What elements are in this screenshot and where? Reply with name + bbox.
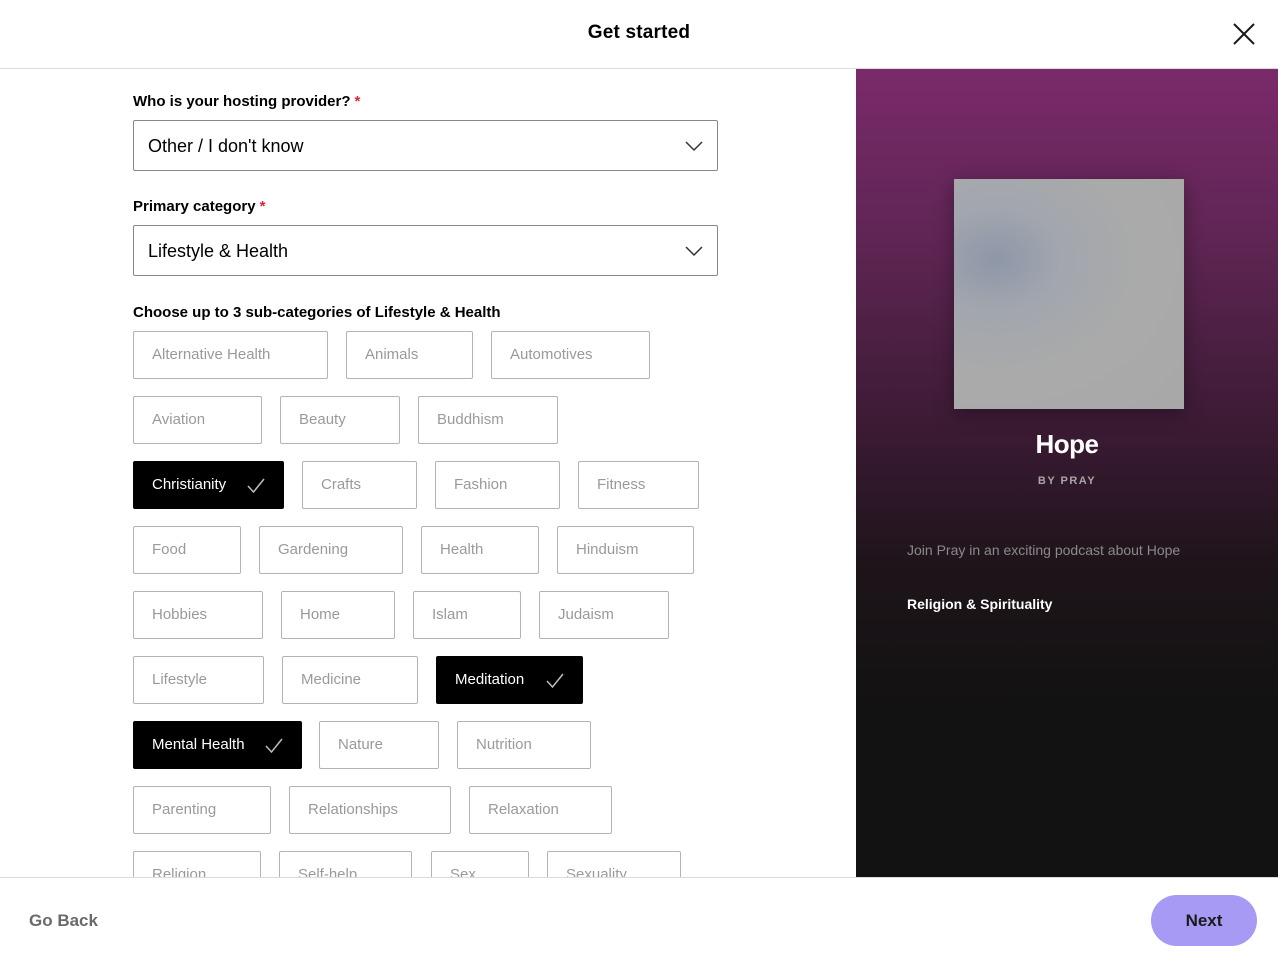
- subcategory-chip-label: Mental Health: [152, 736, 245, 753]
- subcategory-chip-medicine[interactable]: Medicine: [282, 656, 418, 704]
- subcategory-chip-label: Aviation: [152, 411, 206, 428]
- subcategory-chip-label: Sex: [450, 866, 476, 877]
- subcategory-chip-islam[interactable]: Islam: [413, 591, 521, 639]
- podcast-preview-panel: Hope BY PRAY Join Pray in an exciting po…: [856, 69, 1278, 877]
- required-marker: *: [354, 93, 361, 110]
- subcategory-chip-label: Relationships: [308, 801, 399, 818]
- modal-header: Get started: [0, 0, 1278, 69]
- subcategory-chip-relaxation[interactable]: Relaxation: [469, 786, 612, 834]
- form-panel: Who is your hosting provider? * Other / I…: [0, 69, 856, 877]
- subcategory-chip-sex[interactable]: Sex: [431, 851, 529, 877]
- subcategory-chip-label: Hobbies: [152, 606, 208, 623]
- subcategory-chip-nutrition[interactable]: Nutrition: [457, 721, 591, 769]
- subcategory-chip-alternative-health[interactable]: Alternative Health: [133, 331, 328, 379]
- subcategory-chip-christianity[interactable]: Christianity: [133, 461, 284, 509]
- check-icon: [546, 673, 564, 689]
- subcategory-chip-meditation[interactable]: Meditation: [436, 656, 583, 704]
- subcategory-chip-mental-health[interactable]: Mental Health: [133, 721, 302, 769]
- subcategory-chip-label: Home: [300, 606, 341, 623]
- subcategory-chip-lifestyle[interactable]: Lifestyle: [133, 656, 264, 704]
- subcategory-chip-label: Nutrition: [476, 736, 532, 753]
- subcategory-chip-automotives[interactable]: Automotives: [491, 331, 650, 379]
- subcategory-chip-label: Gardening: [278, 541, 349, 558]
- subcategory-chip-nature[interactable]: Nature: [319, 721, 439, 769]
- hosting-provider-label: Who is your hosting provider? *: [133, 93, 361, 110]
- subcategory-chip-aviation[interactable]: Aviation: [133, 396, 262, 444]
- subcategory-chip-fashion[interactable]: Fashion: [435, 461, 560, 509]
- subcategory-chip-label: Religion: [152, 866, 207, 877]
- subcategory-chip-label: Lifestyle: [152, 671, 208, 688]
- close-icon: [1233, 23, 1255, 45]
- chevron-down-icon: [685, 141, 703, 152]
- subcategory-chip-gardening[interactable]: Gardening: [259, 526, 403, 574]
- page-title: Get started: [587, 22, 691, 43]
- subcategory-chip-label: Automotives: [510, 346, 593, 363]
- subcategory-chip-buddhism[interactable]: Buddhism: [418, 396, 558, 444]
- subcategory-chip-label: Parenting: [152, 801, 217, 818]
- subcategory-chip-label: Islam: [432, 606, 468, 623]
- go-back-button[interactable]: Go Back: [29, 911, 98, 931]
- subcategory-chip-food[interactable]: Food: [133, 526, 241, 574]
- subcategory-chip-parenting[interactable]: Parenting: [133, 786, 271, 834]
- subcategory-chip-hinduism[interactable]: Hinduism: [557, 526, 694, 574]
- subcategory-chip-self-help[interactable]: Self-help: [279, 851, 412, 877]
- subcategory-chip-label: Self-help: [298, 866, 358, 877]
- subcategory-chip-label: Food: [152, 541, 187, 558]
- subcategory-chip-label: Hinduism: [576, 541, 639, 558]
- subcategory-chip-label: Christianity: [152, 476, 227, 493]
- subcategory-chip-label: Relaxation: [488, 801, 559, 818]
- primary-category-value: Lifestyle & Health: [148, 241, 289, 261]
- subcategory-chip-label: Fashion: [454, 476, 508, 493]
- next-button[interactable]: Next: [1151, 895, 1257, 946]
- subcategory-chip-beauty[interactable]: Beauty: [280, 396, 400, 444]
- close-button[interactable]: [1231, 21, 1257, 47]
- hosting-provider-value: Other / I don't know: [148, 136, 304, 156]
- podcast-title: Hope: [1035, 429, 1100, 459]
- podcast-cover-image: [954, 179, 1184, 409]
- subcategory-chip-health[interactable]: Health: [421, 526, 539, 574]
- subcategory-chip-label: Fitness: [597, 476, 646, 493]
- subcategory-chip-label: Health: [440, 541, 484, 558]
- subcategory-chip-label: Nature: [338, 736, 384, 753]
- check-icon: [247, 478, 265, 494]
- subcategory-chip-label: Judaism: [558, 606, 614, 623]
- subcategory-chip-label: Sexuality: [566, 866, 627, 877]
- chevron-down-icon: [685, 246, 703, 257]
- subcategory-chip-fitness[interactable]: Fitness: [578, 461, 699, 509]
- subcategory-chip-label: Crafts: [321, 476, 362, 493]
- hosting-provider-select[interactable]: Other / I don't know: [133, 120, 718, 171]
- required-marker: *: [259, 198, 266, 215]
- podcast-author: BY PRAY: [1037, 475, 1097, 487]
- subcategory-chip-religion[interactable]: Religion: [133, 851, 261, 877]
- subcategory-chip-label: Buddhism: [437, 411, 504, 428]
- primary-category-label: Primary category *: [133, 198, 266, 215]
- subcategory-chip-label: Animals: [365, 346, 419, 363]
- check-icon: [265, 738, 283, 754]
- subcategory-chip-label: Medicine: [301, 671, 362, 688]
- subcategory-chip-relationships[interactable]: Relationships: [289, 786, 451, 834]
- subcategory-chip-label: Meditation: [455, 671, 525, 688]
- subcategory-chip-home[interactable]: Home: [281, 591, 395, 639]
- subcategory-chip-judaism[interactable]: Judaism: [539, 591, 669, 639]
- modal-footer: Go Back Next: [0, 877, 1278, 959]
- subcategory-chip-label: Beauty: [299, 411, 346, 428]
- subcategories-label: Choose up to 3 sub-categories of Lifesty…: [133, 304, 501, 321]
- subcategory-chip-crafts[interactable]: Crafts: [302, 461, 417, 509]
- subcategory-chip-sexuality[interactable]: Sexuality: [547, 851, 681, 877]
- subcategory-chip-animals[interactable]: Animals: [346, 331, 473, 379]
- subcategory-chip-hobbies[interactable]: Hobbies: [133, 591, 263, 639]
- subcategory-chip-label: Alternative Health: [152, 346, 271, 363]
- podcast-category: Religion & Spirituality: [907, 596, 1053, 612]
- podcast-description: Join Pray in an exciting podcast about H…: [907, 542, 1181, 558]
- primary-category-select[interactable]: Lifestyle & Health: [133, 225, 718, 276]
